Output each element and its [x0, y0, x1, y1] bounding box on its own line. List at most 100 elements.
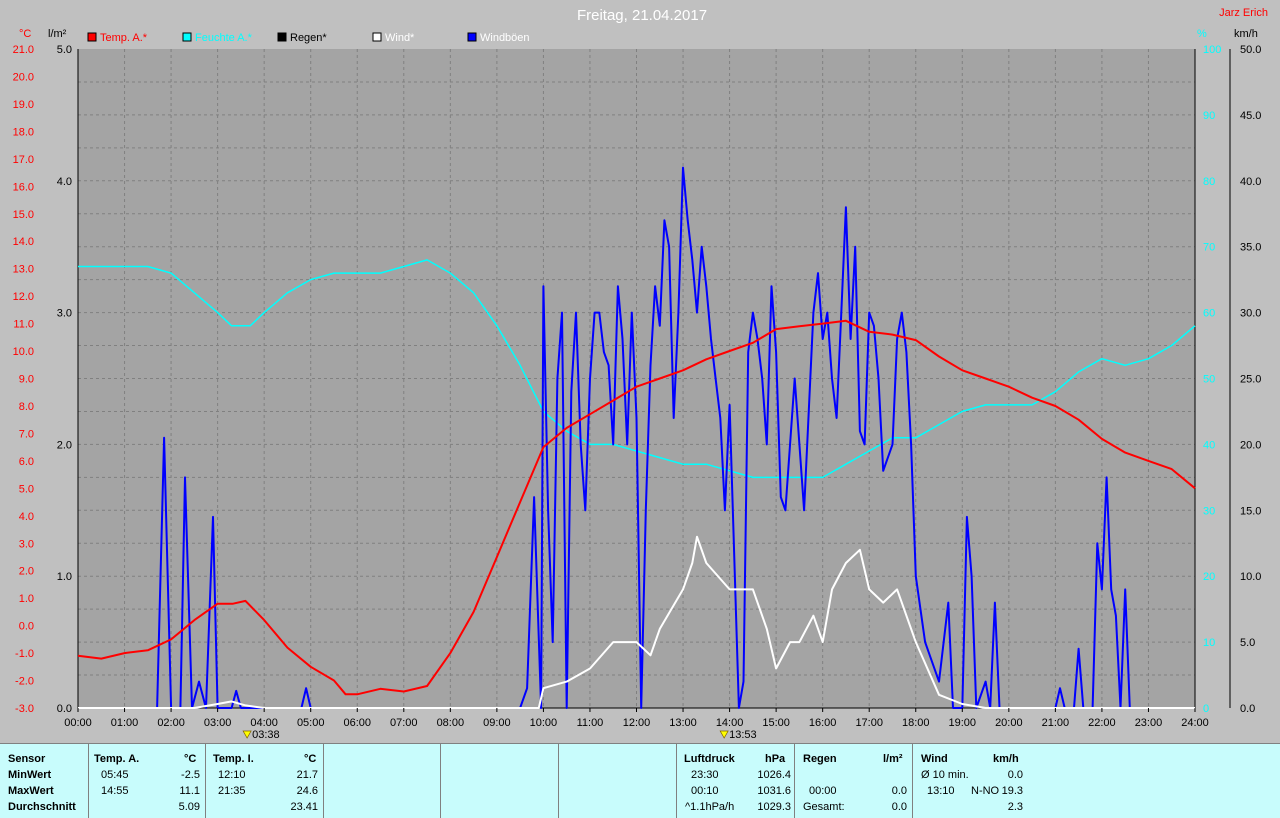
- temp-tick-label: -1.0: [15, 648, 34, 660]
- hum-tick-label: 100: [1203, 44, 1221, 56]
- time-tick-label: 00:00: [64, 717, 92, 729]
- temp-tick-label: -3.0: [15, 703, 34, 715]
- stats-row-avg: Durchschnitt: [8, 801, 76, 813]
- legend-swatch-temp: [87, 32, 97, 42]
- wind-tick-label: 5.0: [1240, 637, 1255, 649]
- pressure-min-time: 23:30: [691, 769, 719, 781]
- time-tick-label: 18:00: [902, 717, 930, 729]
- time-tick-label: 06:00: [343, 717, 371, 729]
- temp-tick-label: -2.0: [15, 676, 34, 688]
- temp-tick-label: 0.0: [19, 621, 34, 633]
- rain-max-time: 00:00: [809, 785, 837, 797]
- time-tick-label: 01:00: [111, 717, 139, 729]
- pressure-avg: 1029.3: [757, 801, 791, 813]
- wind-tick-label: 25.0: [1240, 374, 1261, 386]
- pressure-unit: hPa: [765, 753, 786, 765]
- temp-tick-label: 2.0: [19, 566, 34, 578]
- temp-tick-label: 16.0: [13, 181, 34, 193]
- temp-tick-label: 21.0: [13, 44, 34, 56]
- wind-tick-label: 50.0: [1240, 44, 1261, 56]
- legend-swatch-hum: [182, 32, 192, 42]
- time-tick-label: 07:00: [390, 717, 418, 729]
- wind-avg: 2.3: [1007, 801, 1023, 813]
- pressure-trend: ^1.1hPa/h: [685, 801, 735, 813]
- time-tick-label: 22:00: [1088, 717, 1116, 729]
- weather-chart: -3.0 -2.0 -1.0 0.0 1.0 2.0 3.0 4.0 5.0 6.0 7.0 8.0 9…: [0, 0, 1280, 743]
- temp-a-max-time: 14:55: [101, 785, 129, 797]
- legend-wind: Wind*: [385, 32, 415, 44]
- hum-tick-label: 90: [1203, 110, 1215, 122]
- temp-tick-label: 18.0: [13, 126, 34, 138]
- wind-max-dir: N-NO: [971, 785, 1000, 797]
- temp-a-unit: °C: [184, 753, 197, 765]
- stats-col-rain: Regen l/m² 00:00 0.0 Gesamt: 0.0: [794, 744, 913, 818]
- temp-a-max: 11.1: [179, 785, 200, 797]
- legend-gust: Windböen: [480, 32, 530, 44]
- temp-tick-label: 20.0: [13, 71, 34, 83]
- temp-tick-label: 12.0: [13, 291, 34, 303]
- legend-swatch-gust: [467, 32, 477, 42]
- legend-rain: Regen*: [290, 32, 327, 44]
- temp-i-min: 21.7: [296, 769, 318, 781]
- temp-tick-label: 1.0: [19, 593, 34, 605]
- author-label: Jarz Erich: [1219, 7, 1268, 19]
- rain-total: 0.0: [891, 801, 907, 813]
- time-tick-label: 23:00: [1135, 717, 1163, 729]
- stats-col-empty-2: [440, 744, 559, 818]
- time-tick-label: 16:00: [809, 717, 837, 729]
- temp-a-avg: 5.09: [178, 801, 200, 813]
- wind-unit-label: km/h: [1234, 28, 1258, 40]
- temp-a-header: Temp. A.: [94, 753, 140, 765]
- temp-a-min: -2.5: [181, 769, 200, 781]
- stats-col-temp-a: Temp. A. °C 05:45 -2.5 14:55 11.1 5.09: [88, 744, 206, 818]
- hum-tick-label: 50: [1203, 374, 1215, 386]
- temp-tick-label: 7.0: [19, 428, 34, 440]
- wind-tick-label: 40.0: [1240, 176, 1261, 188]
- temp-i-header: Temp. I.: [213, 753, 254, 765]
- chart-title: Freitag, 21.04.2017: [577, 7, 707, 24]
- hum-tick-label: 0: [1203, 703, 1209, 715]
- rain-header: Regen: [803, 753, 837, 765]
- temp-tick-label: 3.0: [19, 538, 34, 550]
- wind-tick-label: 20.0: [1240, 439, 1261, 451]
- time-tick-label: 17:00: [855, 717, 883, 729]
- stats-panel: Sensor MinWert MaxWert Durchschnitt Temp…: [0, 743, 1280, 818]
- wind-tick-label: 15.0: [1240, 505, 1261, 517]
- marker-label: 13:53: [729, 729, 757, 741]
- time-tick-label: 04:00: [250, 717, 278, 729]
- legend-hum: Feuchte A.*: [195, 32, 253, 44]
- rain-tick-label: 0.0: [57, 703, 72, 715]
- stats-col-pressure: Luftdruck hPa 23:30 1026.4 00:10 1031.6 …: [676, 744, 795, 818]
- rain-unit: l/m²: [883, 753, 903, 765]
- stats-sensor-header: Sensor: [8, 753, 46, 765]
- temp-unit-label: °C: [19, 28, 31, 40]
- pressure-header: Luftdruck: [684, 753, 735, 765]
- stats-col-wind: Wind km/h Ø 10 min. 0.0 13:10 N-NO 19.3 …: [912, 744, 1030, 818]
- temp-i-unit: °C: [304, 753, 317, 765]
- temp-tick-label: 14.0: [13, 236, 34, 248]
- wind-max-time: 13:10: [927, 785, 955, 797]
- temp-i-max-time: 21:35: [218, 785, 246, 797]
- temp-tick-label: 11.0: [13, 319, 34, 331]
- temp-tick-label: 5.0: [19, 483, 34, 495]
- time-tick-label: 19:00: [949, 717, 977, 729]
- temp-tick-label: 17.0: [13, 154, 34, 166]
- wind-tick-label: 35.0: [1240, 242, 1261, 254]
- hum-tick-label: 30: [1203, 505, 1215, 517]
- temp-tick-label: 10.0: [13, 346, 34, 358]
- hum-tick-label: 70: [1203, 242, 1215, 254]
- wind-avg10-label: Ø 10 min.: [921, 769, 969, 781]
- rain-tick-label: 1.0: [57, 571, 72, 583]
- wind-tick-label: 30.0: [1240, 308, 1261, 320]
- legend-temp: Temp. A.*: [100, 32, 148, 44]
- pressure-min: 1026.4: [757, 769, 791, 781]
- time-tick-label: 20:00: [995, 717, 1023, 729]
- stats-col-empty-3: [558, 744, 677, 818]
- rain-unit-label: l/m²: [48, 28, 67, 40]
- rain-max: 0.0: [891, 785, 907, 797]
- temp-i-max: 24.6: [296, 785, 318, 797]
- stats-col-empty-1: [323, 744, 441, 818]
- pressure-max-time: 00:10: [691, 785, 719, 797]
- marker-label: 03:38: [252, 729, 280, 741]
- stats-row-max: MaxWert: [8, 785, 54, 797]
